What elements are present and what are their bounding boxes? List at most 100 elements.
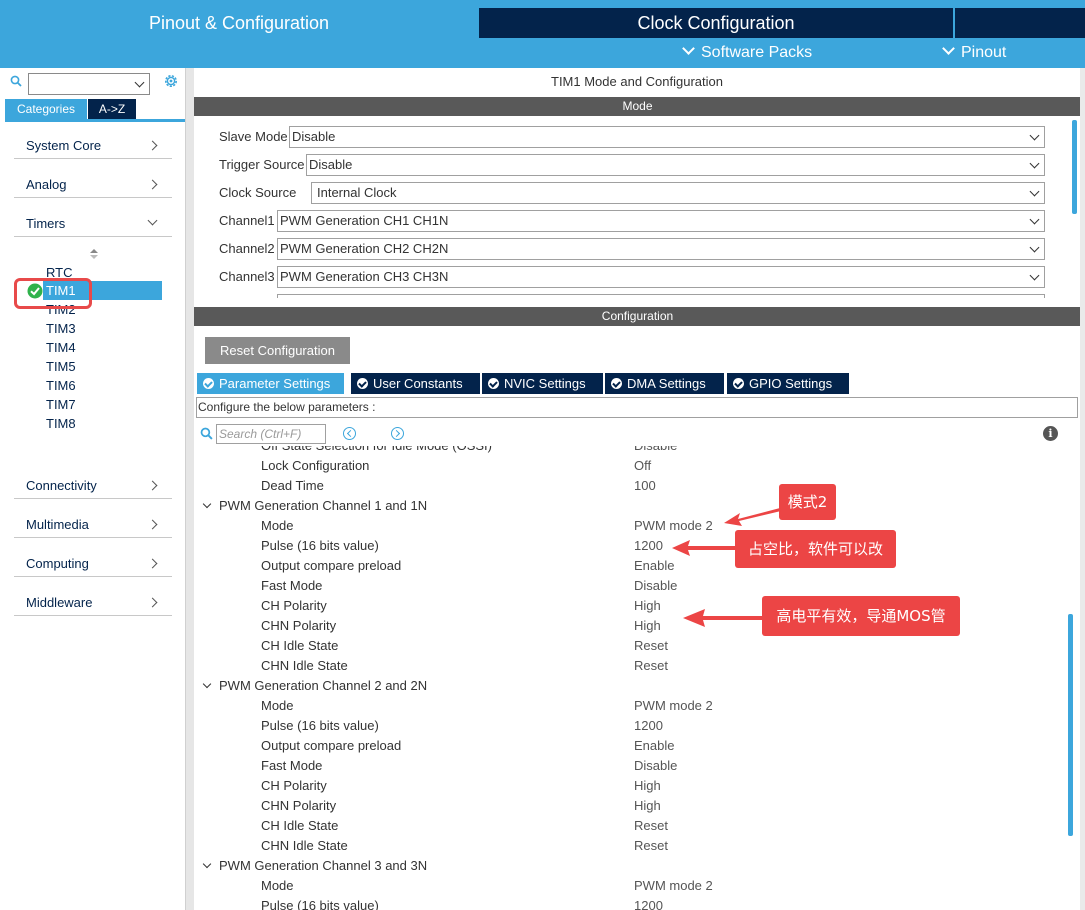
tab-a-z[interactable]: A->Z — [88, 99, 136, 119]
parameter-value[interactable]: Reset — [634, 656, 668, 676]
parameter-value[interactable]: PWM mode 2 — [634, 696, 713, 716]
search-icon[interactable] — [10, 75, 22, 87]
category-computing[interactable]: Computing — [14, 549, 172, 577]
parameter-row[interactable]: Output compare preload Enable — [194, 736, 1064, 756]
parameter-row[interactable]: Mode PWM mode 2 — [194, 876, 1064, 896]
timer-tim4[interactable]: TIM4 — [46, 338, 76, 357]
timer-tim3[interactable]: TIM3 — [46, 319, 76, 338]
reset-configuration-button[interactable]: Reset Configuration — [205, 337, 350, 364]
timer-tim5[interactable]: TIM5 — [46, 357, 76, 376]
search-icon[interactable] — [200, 427, 213, 440]
category-analog[interactable]: Analog — [14, 170, 172, 198]
parameter-row[interactable]: CHN Polarity High — [194, 796, 1064, 816]
tab-user-constants[interactable]: User Constants — [351, 373, 480, 394]
tab-dma-settings[interactable]: DMA Settings — [605, 373, 724, 394]
channel3-select[interactable]: PWM Generation CH3 CH3N — [277, 266, 1045, 288]
parameter-row[interactable]: Pulse (16 bits value) 1200 — [194, 896, 1064, 910]
parameter-group-row[interactable]: PWM Generation Channel 3 and 3N — [194, 856, 1064, 876]
parameter-value[interactable]: Disable — [634, 446, 677, 456]
parameter-row[interactable]: CHN Idle State Reset — [194, 656, 1064, 676]
splitter[interactable] — [186, 68, 194, 910]
parameter-row[interactable]: CH Idle State Reset — [194, 816, 1064, 836]
parameter-row[interactable]: Fast Mode Disable — [194, 576, 1064, 596]
parameter-value[interactable]: High — [634, 796, 661, 816]
chevron-down-icon — [1029, 270, 1040, 281]
tab-parameter-settings[interactable]: Parameter Settings — [197, 373, 344, 394]
parameter-value[interactable]: Disable — [634, 756, 677, 776]
chevron-down-icon[interactable] — [134, 77, 145, 88]
parameter-row[interactable]: Mode PWM mode 2 — [194, 696, 1064, 716]
parameter-value[interactable]: High — [634, 596, 661, 616]
parameter-value[interactable]: 1200 — [634, 716, 663, 736]
parameter-row[interactable]: CH Polarity High — [194, 776, 1064, 796]
parameter-row[interactable]: Dead Time 100 — [194, 476, 1064, 496]
parameter-search-input[interactable]: Search (Ctrl+F) — [216, 424, 326, 444]
category-system-core[interactable]: System Core — [14, 131, 172, 159]
channel1-select[interactable]: PWM Generation CH1 CH1N — [277, 210, 1045, 232]
parameter-row[interactable]: CH Idle State Reset — [194, 636, 1064, 656]
chevron-down-icon[interactable] — [202, 679, 212, 689]
parameter-value[interactable]: Reset — [634, 816, 668, 836]
category-timers[interactable]: Timers — [14, 209, 172, 237]
parameter-row[interactable]: Pulse (16 bits value) 1200 — [194, 716, 1064, 736]
parameter-value[interactable]: 1200 — [634, 896, 663, 910]
tab-pinout-configuration[interactable]: Pinout & Configuration — [0, 8, 478, 38]
timer-tim7[interactable]: TIM7 — [46, 395, 76, 414]
tab-clock-configuration[interactable]: Clock Configuration — [479, 8, 953, 38]
sidebar-search-input[interactable] — [28, 73, 150, 95]
parameter-value[interactable]: Disable — [634, 576, 677, 596]
parameter-name: CHN Polarity — [261, 618, 337, 633]
menu-pinout[interactable]: Pinout — [942, 42, 1006, 64]
chevron-down-icon[interactable] — [202, 859, 212, 869]
parameter-value[interactable]: 1200 — [634, 536, 663, 556]
gear-icon[interactable] — [162, 72, 180, 90]
parameter-value[interactable]: PWM mode 2 — [634, 516, 713, 536]
sort-icon[interactable] — [90, 249, 98, 259]
parameter-value[interactable]: High — [634, 616, 661, 636]
parameter-group-row[interactable]: PWM Generation Channel 2 and 2N — [194, 676, 1064, 696]
timer-tim8[interactable]: TIM8 — [46, 414, 76, 433]
tab-extra[interactable] — [955, 8, 1085, 38]
parameter-group-row[interactable]: PWM Generation Channel 1 and 1N — [194, 496, 1064, 516]
slave-mode-select[interactable]: Disable — [289, 126, 1045, 148]
tab-gpio-settings[interactable]: GPIO Settings — [727, 373, 849, 394]
category-middleware[interactable]: Middleware — [14, 588, 172, 616]
parameter-row[interactable]: Pulse (16 bits value) 1200 — [194, 536, 1064, 556]
parameter-name: Fast Mode — [261, 578, 323, 593]
mode-scrollbar[interactable] — [1072, 120, 1077, 214]
menu-software-packs[interactable]: Software Packs — [682, 42, 812, 64]
parameter-row[interactable]: Mode PWM mode 2 — [194, 516, 1064, 536]
tab-nvic-settings[interactable]: NVIC Settings — [482, 373, 603, 394]
previous-match-icon[interactable] — [343, 427, 356, 440]
parameter-row[interactable]: Lock Configuration Off — [194, 456, 1064, 476]
parameter-row[interactable]: Fast Mode Disable — [194, 756, 1064, 776]
parameter-row[interactable]: Output compare preload Enable — [194, 556, 1064, 576]
clock-source-select[interactable]: Internal Clock — [311, 182, 1045, 204]
trigger-source-select[interactable]: Disable — [306, 154, 1045, 176]
tab-categories[interactable]: Categories — [5, 99, 87, 119]
parameter-value[interactable]: Reset — [634, 636, 668, 656]
parameter-value[interactable]: Off — [634, 456, 651, 476]
info-icon[interactable]: i — [1043, 426, 1058, 441]
parameter-value[interactable]: Enable — [634, 736, 674, 756]
parameter-value[interactable]: 100 — [634, 476, 656, 496]
channel4-select[interactable] — [277, 294, 1045, 298]
next-match-icon[interactable] — [391, 427, 404, 440]
category-connectivity[interactable]: Connectivity — [14, 471, 172, 499]
parameter-value[interactable]: Reset — [634, 836, 668, 856]
chevron-down-icon[interactable] — [202, 499, 212, 509]
outer-scrollbar-track[interactable] — [1080, 68, 1085, 910]
parameter-value[interactable]: Enable — [634, 556, 674, 576]
parameter-name: Pulse (16 bits value) — [261, 538, 379, 553]
category-multimedia[interactable]: Multimedia — [14, 510, 172, 538]
parameter-row[interactable]: Off State Selection for Idle Mode (OSSI)… — [194, 446, 1064, 456]
parameter-row[interactable]: CHN Idle State Reset — [194, 836, 1064, 856]
channel2-select[interactable]: PWM Generation CH2 CH2N — [277, 238, 1045, 260]
configure-hint: Configure the below parameters : — [196, 397, 1078, 418]
parameter-value[interactable]: PWM mode 2 — [634, 876, 713, 896]
chevron-down-icon — [1029, 242, 1040, 253]
chevron-right-icon — [147, 519, 158, 530]
parameters-scrollbar[interactable] — [1068, 614, 1073, 836]
timer-tim6[interactable]: TIM6 — [46, 376, 76, 395]
parameter-value[interactable]: High — [634, 776, 661, 796]
